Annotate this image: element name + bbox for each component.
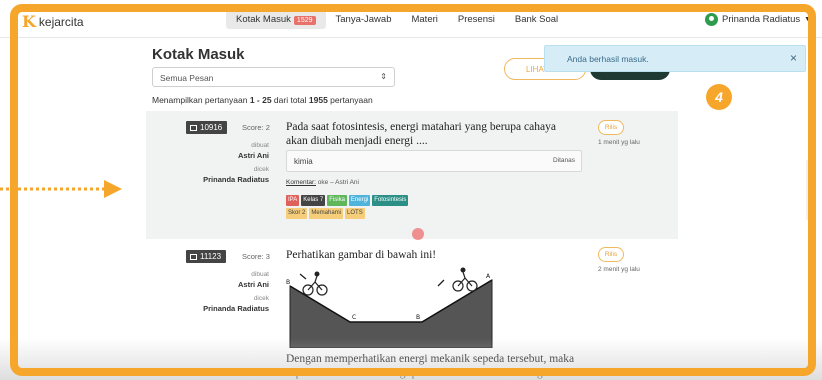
mouse-cursor-icon <box>412 228 424 240</box>
question-text: Pada saat fotosintesis, energi matahari … <box>286 121 556 147</box>
checked-label: dicek <box>253 295 269 302</box>
tag[interactable]: Fotosintesis <box>372 195 409 206</box>
tag[interactable]: Skor 2 <box>286 208 308 219</box>
brand-name: kejarcita <box>38 14 84 29</box>
bicycle-valley-figure: B C B A <box>286 267 493 348</box>
tutorial-step-marker: 4 <box>706 84 732 110</box>
question-time: 1 menit yg lalu <box>598 139 640 146</box>
checked-label: dicek <box>253 166 269 173</box>
tag-row: Skor 2 Memahami LOTS <box>286 208 446 219</box>
scroll-hint <box>806 160 814 220</box>
nav-materi[interactable]: Materi <box>401 10 447 29</box>
question-text-continued: Dengan memperhatikan energi mekanik sepe… <box>286 353 581 379</box>
subject-field[interactable]: kimia Ditanas <box>286 150 582 172</box>
close-icon[interactable]: × <box>790 51 797 65</box>
subject-value: kimia <box>294 157 313 166</box>
question-time: 2 menit yg lalu <box>598 266 640 273</box>
tag[interactable]: Kelas 7 <box>301 195 326 206</box>
figure-label: A <box>486 273 491 280</box>
checked-by: Prinanda Radiatus <box>203 304 269 313</box>
question-score: Score: 2 <box>242 123 270 132</box>
tutorial-arrow-icon <box>0 180 122 198</box>
tag[interactable]: Energi <box>348 195 371 206</box>
question-id-badge[interactable]: 11123 <box>186 250 227 263</box>
top-navbar: K kejarcita Kotak Masuk 1529 Tanya-Jawab … <box>0 0 822 38</box>
question-id: 11123 <box>200 252 222 261</box>
question-score: Score: 3 <box>242 252 270 261</box>
main-nav: Kotak Masuk 1529 Tanya-Jawab Materi Prese… <box>226 10 568 29</box>
user-name: Prinanda Radiatus <box>722 14 801 25</box>
question-card[interactable]: 10916 Score: 2 dibuat Astri Ani dicek Pr… <box>146 111 678 239</box>
nav-kotak-masuk-label: Kotak Masuk <box>236 14 291 25</box>
user-avatar-icon <box>705 13 718 26</box>
tag-row: IPA Kelas 7 Fisika Energi Fotosintesis <box>286 195 446 206</box>
tag[interactable]: LOTS <box>345 208 365 219</box>
question-card[interactable]: 11123 Score: 3 dibuat Astri Ani dicek Pr… <box>146 240 678 380</box>
figure-label: C <box>352 314 356 321</box>
created-by: Astri Ani <box>238 151 269 160</box>
question-comment: Komentar: oke – Astri Ani <box>286 179 359 186</box>
message-filter-select[interactable]: Semua Pesan ⇕ <box>152 67 395 87</box>
filter-value: Semua Pesan <box>160 73 214 83</box>
caret-down-icon: ▼ <box>804 16 812 23</box>
question-id-badge[interactable]: 10916 <box>186 121 228 134</box>
created-label: dibuat <box>251 271 269 278</box>
kejarcita-logo-icon: K <box>22 12 36 31</box>
select-arrows-icon: ⇕ <box>380 72 387 81</box>
inbox-count-badge: 1529 <box>293 16 316 25</box>
comment-label: Komentar: <box>286 179 316 186</box>
summary-mid: dari total <box>271 95 309 105</box>
figure-label: B <box>286 279 290 286</box>
brand-logo[interactable]: K kejarcita <box>22 12 84 31</box>
question-icon <box>190 124 197 131</box>
checked-by: Prinanda Radiatus <box>203 175 269 184</box>
figure-label: B <box>416 314 420 321</box>
results-summary: Menampilkan pertanyaan 1 - 25 dari total… <box>152 95 373 105</box>
created-label: dibuat <box>251 142 269 149</box>
status-badge: Rilis <box>598 120 624 135</box>
subject-status: Ditanas <box>552 157 575 164</box>
tag[interactable]: Fisika <box>327 195 347 206</box>
question-id: 10916 <box>200 123 223 132</box>
status-badge: Rilis <box>598 247 624 262</box>
tag[interactable]: IPA <box>286 195 300 206</box>
comment-text: oke – Astri Ani <box>316 179 359 186</box>
page-title: Kotak Masuk <box>152 46 245 63</box>
created-by: Astri Ani <box>238 280 269 289</box>
toast-message: Anda berhasil masuk. <box>567 54 649 64</box>
summary-prefix: Menampilkan pertanyaan <box>152 95 250 105</box>
question-icon <box>190 253 197 260</box>
nav-bank-soal[interactable]: Bank Soal <box>505 10 568 29</box>
summary-total: 1955 <box>308 95 328 105</box>
user-menu[interactable]: Prinanda Radiatus ▼ <box>705 13 811 26</box>
login-success-toast: Anda berhasil masuk. × <box>544 45 806 72</box>
summary-range: 1 - 25 <box>249 95 272 105</box>
nav-kotak-masuk[interactable]: Kotak Masuk 1529 <box>226 10 326 29</box>
summary-suffix: pertanyaan <box>327 95 373 105</box>
tag[interactable]: Memahami <box>309 208 344 219</box>
nav-presensi[interactable]: Presensi <box>448 10 505 29</box>
nav-tanya-jawab[interactable]: Tanya-Jawab <box>326 10 402 29</box>
question-text: Perhatikan gambar di bawah ini! <box>286 249 437 261</box>
